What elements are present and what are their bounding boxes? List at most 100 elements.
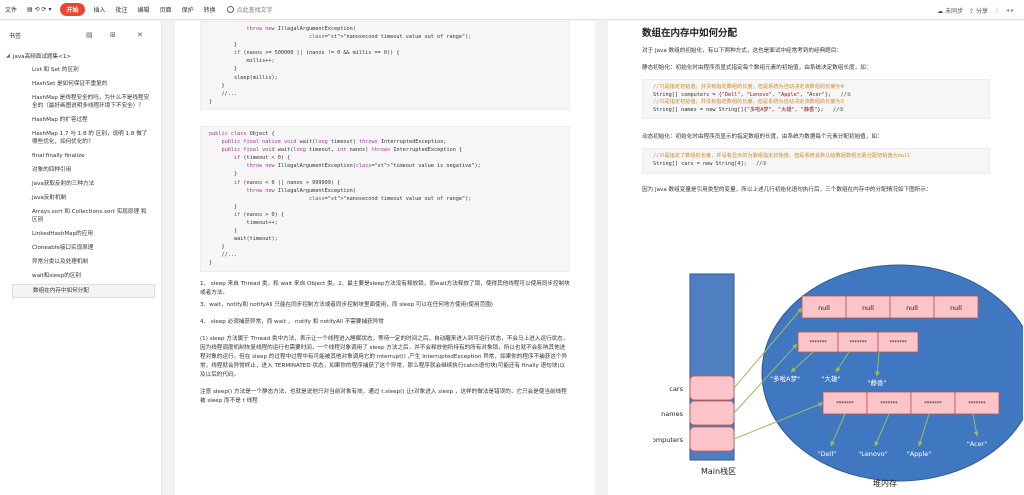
code-line: throw new IllegalArgumentException( — [246, 187, 356, 194]
code-line: } — [209, 260, 213, 267]
code-block-wait: public class Object { public final nativ… — [200, 125, 570, 272]
computers-value: "Acer" — [967, 440, 988, 448]
bookmark-item[interactable]: wait和sleep的区别 — [12, 270, 155, 282]
stack-var-label: computers — [653, 436, 684, 444]
stack-var-label: names — [661, 410, 683, 418]
document-page-left: throw new IllegalArgumentException( clas… — [175, 21, 595, 495]
bookmark-item[interactable]: HashMap 的扩容过程 — [12, 114, 155, 126]
toolbar: 文件 ▤ ⟲ ⟳ ▾ 开始 插入 批注 编辑 页面 保护 转换 点此查找文字 ☁… — [0, 0, 1024, 20]
names-ref-label: ******* — [849, 340, 867, 346]
tab-start[interactable]: 开始 — [60, 3, 85, 16]
computers-value: "Apple" — [907, 450, 931, 458]
close-icon[interactable]: ✕ — [137, 31, 143, 39]
computers-ref-label: ******* — [836, 401, 854, 407]
bookmark-item[interactable]: HashSet 是如何保证不重复的 — [12, 78, 155, 90]
code-line: //... — [209, 252, 238, 259]
code-block-sleep: throw new IllegalArgumentException( clas… — [200, 21, 570, 110]
code-line: String[] cars = new String[4]; //③ — [653, 160, 767, 167]
code-line: } — [209, 244, 225, 251]
stack-var-cell — [689, 400, 735, 426]
bookmark-item[interactable]: LinkedHashMap的应用 — [12, 228, 155, 240]
intro-paragraph: 对于 Java 数组的初始化，有以下两种方式，这也是面试中经常考到的经典题目： — [642, 48, 842, 54]
bookmark-item[interactable]: 对象的四种引用 — [12, 164, 155, 176]
code-line: if (nanos < 0 || nanos > 999999) { — [234, 179, 341, 186]
memory-diagram: cars names computers null null null null *****… — [653, 264, 1023, 488]
computers-value: "Dell" — [818, 450, 837, 458]
bookmark-item[interactable]: Cloneable接口实现原理 — [12, 242, 155, 254]
bookmark-list-icon[interactable]: ▤ — [86, 31, 93, 39]
null-cell-label: null — [950, 304, 962, 312]
code-line: throw new IllegalArgumentException( — [246, 26, 356, 32]
tab-page[interactable]: 页面 — [155, 5, 177, 14]
code-line: if (nanos >= 500000 || (nanos != 0 && mi… — [234, 50, 400, 57]
code-block-static-init: //只是指定初始值，并没有指定数组的长度，但是系统为自动决定该数组的长度为4 St… — [642, 79, 990, 120]
tab-convert[interactable]: 转换 — [199, 5, 221, 14]
paragraph-5: 注意 sleep() 方法是一个静态方法，也就是说他只对当前对象有效，通过 t.… — [200, 388, 567, 404]
search-box[interactable]: 点此查找文字 — [226, 5, 273, 14]
bookmark-item[interactable]: final finally finalize — [12, 150, 155, 162]
null-cell-label: null — [862, 304, 874, 312]
tab-protect[interactable]: 保护 — [177, 5, 199, 14]
code-line: //只是指定了数组的长度，并没有显示的为数组指定初始值，但是系统会默认给数组数组… — [653, 153, 911, 160]
caret-down-icon[interactable]: ◢ — [6, 53, 10, 59]
stack-var-label: cars — [669, 385, 683, 393]
tab-annotate[interactable]: 批注 — [111, 5, 133, 14]
bookmark-add-icon[interactable]: ⊞ — [110, 31, 116, 39]
names-value: "多啦A梦" — [770, 374, 800, 383]
code-line: millis++; — [209, 58, 275, 65]
bookmark-item[interactable]: 异常分类以及处理机制 — [12, 256, 155, 268]
code-line: throw new IllegalArgumentException(class… — [246, 163, 481, 170]
code-line: wait(timeout); — [209, 236, 278, 243]
paragraph-1: 1、 sleep 来自 Thread 类，和 wait 来自 Object 类。… — [200, 280, 570, 296]
code-line: if (timeout < 0) { — [234, 155, 291, 162]
code-line: } — [209, 203, 238, 210]
code-line: } — [209, 171, 238, 178]
code-line: timeout++; — [209, 219, 278, 226]
code-line: class="st">"nanosecond timeout value out… — [308, 34, 472, 41]
bookmark-item[interactable]: Java反射机制 — [12, 192, 155, 204]
code-line: } — [209, 98, 213, 105]
code-line: //只是指定初始值，并没有指定数组的长度，但是系统为自动决定该数组的长度为4 — [653, 84, 844, 90]
tab-insert[interactable]: 插入 — [89, 5, 111, 14]
computers-ref-label: ******* — [968, 401, 986, 407]
code-line: } — [209, 66, 238, 73]
code-line: public class Object { — [209, 130, 275, 137]
share-button[interactable]: ⇪ 分享 — [969, 6, 988, 15]
code-line: //... — [209, 90, 238, 97]
bookmark-item[interactable]: List 和 Set 的区别 — [12, 64, 155, 76]
paragraph-3: 4、 sleep 必须捕获异常，而 wait ， notify 和 notify… — [200, 318, 384, 325]
code-line: public final void wait(long timeout, int… — [221, 147, 463, 154]
code-line: } — [209, 82, 225, 89]
bookmark-item[interactable]: 数组在内存中如何分配 — [12, 284, 155, 298]
menu-file[interactable]: 文件 — [0, 5, 22, 14]
more-icon[interactable]: ⋮ — [994, 7, 1000, 14]
bookmark-item[interactable]: Java获取反射的三种方法 — [12, 178, 155, 190]
names-value: "静香" — [868, 378, 887, 387]
code-line: String[] names = new String[]{"多啦A梦", "大… — [653, 106, 844, 113]
code-line: } — [209, 228, 238, 235]
names-ref-label: ******* — [889, 340, 907, 346]
computers-ref-label: ******* — [924, 401, 942, 407]
section-title: 数组在内存中如何分配 — [642, 28, 738, 39]
paragraph-4: (1) sleep 方法属于 Thread 类中方法，表示让一个线程进入睡眠状态… — [200, 335, 569, 378]
code-block-dynamic-init: //只是指定了数组的长度，并没有显示的为数组指定初始值，但是系统会默认给数组数组… — [642, 148, 990, 174]
search-icon — [226, 6, 234, 13]
code-line: //只是指定初始值，并没有指定数组的长度，但是系统为自动决定该数组的长度为3 — [653, 99, 844, 106]
computers-value: "Lenovo" — [858, 450, 887, 458]
sync-status[interactable]: ☁ 未同步 — [937, 6, 963, 15]
bookmark-item[interactable]: HashMap 是线程安全的吗，为什么不是线程安全的（最好画图说明多线程环境下不… — [12, 92, 155, 112]
bookmark-root[interactable]: ◢ java高频面试题集<1> — [6, 49, 155, 62]
names-value: "大雄" — [822, 374, 841, 383]
code-line: if (nanos > 0) { — [234, 211, 284, 218]
stack-var-cell — [689, 375, 735, 401]
collapse-arrows[interactable]: ◂ ▸ — [1006, 7, 1014, 14]
paragraph-2: 3、wait，notify和 notifyAll 只能在同步控制方法或者同步控制… — [200, 301, 493, 308]
code-line: public final native void wait(long timeo… — [221, 139, 447, 146]
bookmark-item[interactable]: HashMap 1.7 与 1.8 的 区别，说明 1.8 做了哪些优化，如何优… — [12, 128, 155, 148]
tab-edit[interactable]: 编辑 — [133, 5, 155, 14]
bookmark-item[interactable]: Arrays.sort 和 Collections.sort 实现原理 和区别 — [12, 206, 155, 226]
quick-access-icons[interactable]: ▤ ⟲ ⟳ ▾ — [22, 6, 56, 13]
sidebar-title: 书签 — [9, 32, 22, 40]
null-cell-label: null — [906, 304, 918, 312]
document-page-right: 数组在内存中如何分配 对于 Java 数组的初始化，有以下两种方式，这也是面试中… — [608, 21, 1024, 495]
